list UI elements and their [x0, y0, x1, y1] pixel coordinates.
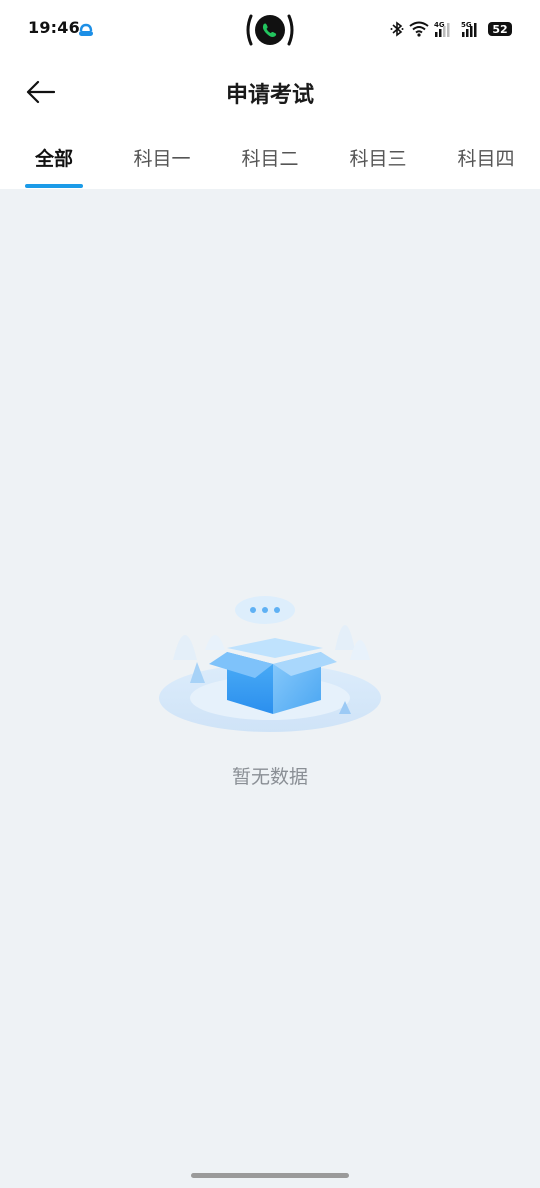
tab-subject-2[interactable]: 科目二: [216, 144, 324, 171]
bluetooth-icon: [390, 21, 404, 37]
status-bar: 19:46 4G 5G 52: [0, 0, 540, 58]
cloud-notification-icon: [79, 23, 93, 36]
tab-subject-3[interactable]: 科目三: [324, 144, 432, 171]
status-time: 19:46: [28, 18, 80, 37]
empty-state-text: 暂无数据: [231, 766, 308, 788]
signal-5g-icon: 5G: [461, 21, 477, 37]
home-indicator[interactable]: [191, 1173, 349, 1178]
app-header: 申请考试: [0, 62, 540, 122]
empty-box-icon: [159, 596, 381, 732]
wifi-icon: [409, 21, 429, 37]
page-title: 申请考试: [225, 83, 314, 108]
tab-all[interactable]: 全部: [0, 144, 108, 171]
signal-4g-icon: 4G: [434, 21, 450, 37]
subject-tabs: 全部 科目一 科目二 科目三 科目四: [0, 130, 540, 189]
status-right-icons: 4G 5G 52: [390, 18, 512, 40]
active-tab-indicator: [25, 184, 83, 188]
tab-subject-4[interactable]: 科目四: [432, 144, 540, 171]
battery-icon: 52: [488, 22, 512, 36]
tab-subject-1[interactable]: 科目一: [108, 144, 216, 171]
phone-call-icon: [246, 14, 294, 46]
